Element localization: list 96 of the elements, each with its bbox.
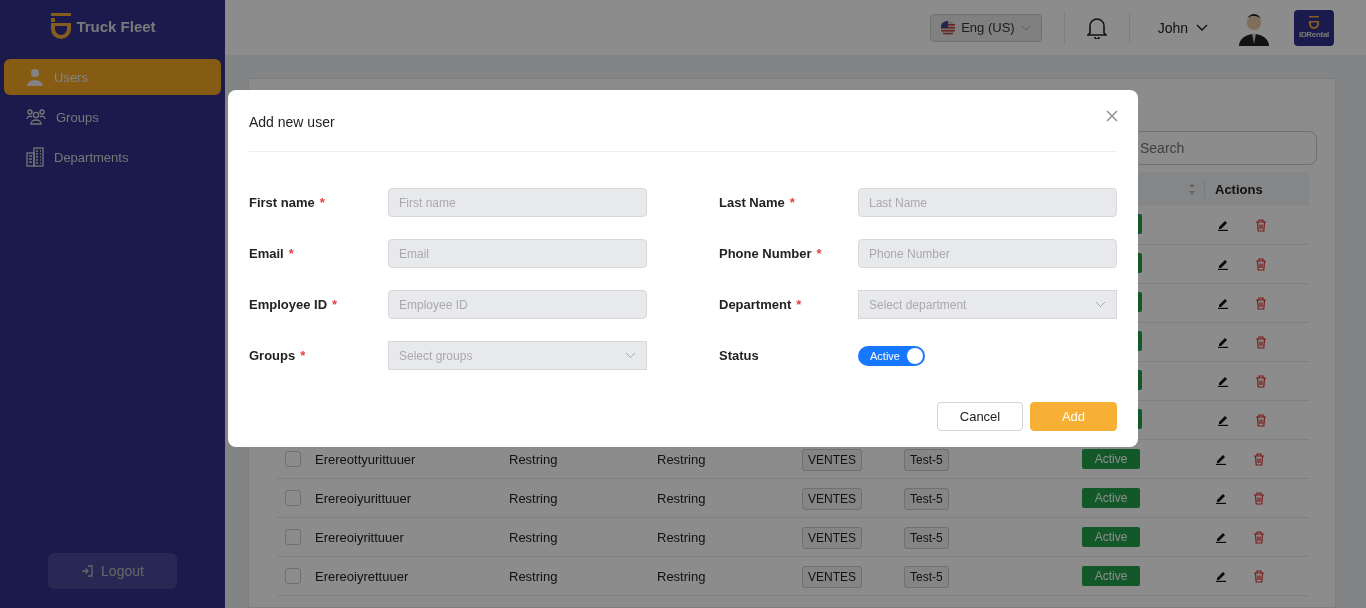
table-cell-text: Restring: [657, 451, 707, 467]
table-cell-text: Erereoiyurittuuer: [315, 490, 413, 506]
user-menu[interactable]: John: [1151, 18, 1214, 37]
input-field[interactable]: Employee ID: [388, 290, 647, 319]
close-icon[interactable]: [1106, 109, 1118, 122]
sidebar-item[interactable]: Departments: [4, 139, 221, 175]
table-cell-text: Restring: [657, 490, 707, 506]
edit-icon[interactable]: [1217, 219, 1229, 231]
language-selector[interactable]: Eng (US): [930, 13, 1042, 42]
delete-icon[interactable]: [1255, 374, 1267, 388]
table-cell-text: Restring: [509, 529, 559, 545]
edit-icon[interactable]: [1215, 453, 1227, 465]
field-label: First name: [249, 195, 315, 210]
department-tag: VENTES: [802, 526, 862, 549]
chevron-down-icon: [1020, 24, 1031, 31]
sort-icon[interactable]: [1188, 182, 1196, 196]
status-toggle[interactable]: Active: [858, 345, 925, 366]
required-mark: *: [789, 195, 795, 210]
required-mark: *: [796, 297, 802, 312]
field-label: Phone Number: [719, 246, 812, 261]
group-tag: Test-5: [904, 448, 949, 471]
brand-name: Truck Fleet: [76, 17, 156, 35]
delete-icon[interactable]: [1255, 335, 1267, 349]
edit-icon[interactable]: [1217, 258, 1229, 270]
table-cell-text: Restring: [657, 529, 707, 545]
edit-icon[interactable]: [1215, 531, 1227, 543]
delete-icon[interactable]: [1253, 491, 1265, 505]
required-mark: *: [319, 195, 325, 210]
row-checkbox[interactable]: [285, 568, 301, 584]
row-checkbox[interactable]: [285, 490, 301, 506]
status-badge: Active: [1082, 488, 1140, 508]
table-cell-text: Erereottyurittuuer: [315, 451, 417, 467]
logout-icon: [81, 565, 94, 577]
field-label: Email: [249, 246, 284, 261]
delete-icon[interactable]: [1253, 530, 1265, 544]
cancel-button[interactable]: Cancel: [937, 402, 1023, 431]
edit-icon[interactable]: [1217, 375, 1229, 387]
row-checkbox[interactable]: [285, 451, 301, 467]
logout-button[interactable]: Logout: [48, 553, 177, 589]
input-field[interactable]: Phone Number: [858, 239, 1117, 268]
user-icon: [26, 68, 44, 86]
input-field[interactable]: Last Name: [858, 188, 1117, 217]
table-cell-text: Restring: [509, 451, 559, 467]
edit-icon[interactable]: [1217, 336, 1229, 348]
notification-bell-icon[interactable]: [1086, 16, 1107, 39]
delete-icon[interactable]: [1253, 452, 1265, 466]
input-field[interactable]: First name: [388, 188, 647, 217]
required-mark: *: [288, 246, 294, 261]
required-mark: *: [816, 246, 822, 261]
group-tag: Test-5: [904, 565, 949, 588]
app-logo: IDRental: [1294, 9, 1334, 46]
required-mark: *: [332, 297, 338, 312]
edit-icon[interactable]: [1217, 414, 1229, 426]
field-label: Status: [719, 348, 759, 363]
table-cell-text: Restring: [657, 568, 707, 584]
chevron-down-icon: [1095, 301, 1106, 308]
required-mark: *: [300, 348, 306, 363]
field-label: Last Name: [719, 195, 785, 210]
department-tag: VENTES: [802, 487, 862, 510]
flag-icon: [941, 20, 956, 35]
dialog-title: Add new user: [249, 113, 335, 130]
delete-icon[interactable]: [1255, 296, 1267, 310]
status-badge: Active: [1082, 449, 1140, 469]
field-label: Department: [719, 297, 792, 312]
chevron-down-icon: [1196, 23, 1208, 32]
table-cell-text: Restring: [509, 490, 559, 506]
department-tag: VENTES: [802, 565, 862, 588]
delete-icon[interactable]: [1255, 413, 1267, 427]
logo-icon: [49, 13, 74, 39]
logo-icon: [1308, 16, 1320, 29]
users-icon: [26, 108, 46, 126]
field-label: Groups: [249, 348, 296, 363]
sidebar-item[interactable]: Groups: [4, 99, 221, 135]
chevron-down-icon: [625, 352, 636, 359]
column-header: Actions: [1214, 181, 1264, 197]
delete-icon[interactable]: [1255, 257, 1267, 271]
status-badge: Active: [1082, 566, 1140, 586]
edit-icon[interactable]: [1215, 492, 1227, 504]
delete-icon[interactable]: [1253, 569, 1265, 583]
add-button[interactable]: Add: [1030, 402, 1117, 431]
building-icon: [26, 147, 44, 167]
delete-icon[interactable]: [1255, 218, 1267, 232]
group-tag: Test-5: [904, 526, 949, 549]
status-badge: Active: [1082, 527, 1140, 547]
row-checkbox[interactable]: [285, 529, 301, 545]
select-field[interactable]: Select department: [858, 290, 1117, 319]
input-field[interactable]: Email: [388, 239, 647, 268]
group-tag: Test-5: [904, 487, 949, 510]
table-cell-text: Restring: [509, 568, 559, 584]
department-tag: VENTES: [802, 448, 862, 471]
field-label: Employee ID: [249, 297, 328, 312]
table-cell-text: Erereoiyrettuuer: [315, 568, 410, 584]
select-field[interactable]: Select groups: [388, 341, 647, 370]
edit-icon[interactable]: [1217, 297, 1229, 309]
edit-icon[interactable]: [1215, 570, 1227, 582]
table-cell-text: Erereoiyrittuuer: [315, 529, 405, 545]
